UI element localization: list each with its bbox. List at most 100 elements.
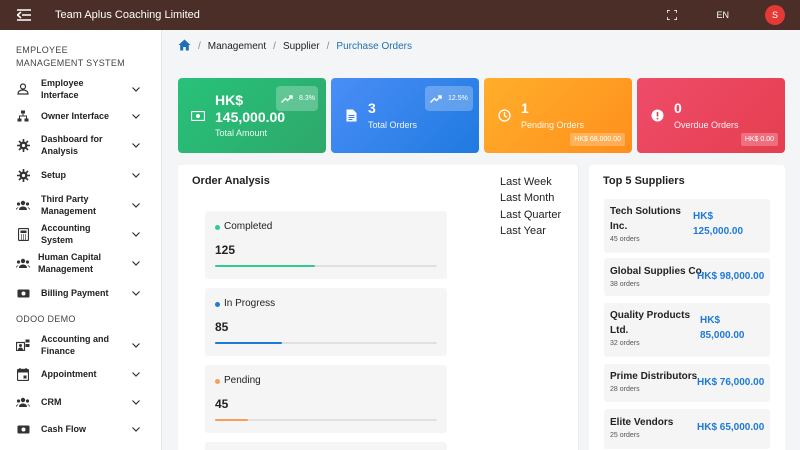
person-icon	[16, 82, 30, 96]
supplier-orders: 38 orders	[610, 281, 640, 288]
stat-label: Total Orders	[368, 120, 418, 130]
supplier-amount: HK$ 65,000.00	[697, 422, 765, 433]
status-card-partial	[205, 442, 447, 450]
chevron-down-icon[interactable]	[131, 369, 141, 379]
sidebar-item-owner-interface[interactable]: Owner Interface	[0, 108, 162, 124]
org-chart-icon	[16, 109, 30, 123]
supplier-orders: 32 orders	[610, 340, 640, 347]
sidebar-section-odoo: ODOO DEMO	[16, 314, 76, 324]
sidebar-item-billing-payment[interactable]: Billing Payment	[0, 285, 162, 301]
chevron-down-icon[interactable]	[131, 84, 141, 94]
status-count: 125	[215, 243, 236, 257]
breadcrumb: / Management / Supplier / Purchase Order…	[178, 38, 412, 54]
app-title: Team Aplus Coaching Limited	[55, 9, 200, 21]
sidebar-item-appointment[interactable]: Appointment	[0, 366, 162, 382]
sidebar-item-label: Employee Interface	[41, 78, 84, 100]
sidebar-item-setup[interactable]: Setup	[0, 167, 162, 183]
supplier-item[interactable]: Quality Products Ltd. 32 orders HK$ 85,0…	[604, 303, 770, 357]
supplier-amount: HK$ 76,000.00	[697, 377, 765, 388]
language-switcher[interactable]: EN	[716, 10, 729, 20]
gear-icon	[16, 138, 30, 152]
sidebar-item-human-capital[interactable]: Human Capital Management	[0, 250, 162, 276]
group-icon	[16, 395, 30, 409]
status-card-in-progress: In Progress 85	[205, 288, 447, 356]
breadcrumb-separator: /	[198, 40, 201, 52]
group-icon	[16, 198, 30, 212]
chevron-down-icon[interactable]	[131, 397, 141, 407]
chevron-down-icon[interactable]	[131, 424, 141, 434]
supplier-name: Prime Distributors	[610, 371, 698, 382]
sidebar-item-accounting-finance[interactable]: Accounting and Finance	[0, 332, 162, 358]
supplier-name: Global Supplies Co.	[610, 266, 705, 277]
progress-track	[215, 419, 437, 421]
supplier-amount: HK$	[693, 211, 714, 222]
sidebar-item-crm[interactable]: CRM	[0, 394, 162, 410]
status-count: 85	[215, 320, 229, 334]
home-icon[interactable]	[178, 39, 191, 54]
user-avatar[interactable]: S	[765, 5, 785, 25]
period-option[interactable]: Last Year	[500, 223, 561, 239]
progress-fill	[215, 265, 315, 267]
supplier-item[interactable]: Prime Distributors 28 orders HK$ 76,000.…	[604, 364, 770, 402]
status-card-pending: Pending 45	[205, 365, 447, 433]
supplier-orders: 45 orders	[610, 236, 640, 243]
sidebar-item-cash-flow[interactable]: Cash Flow	[0, 421, 162, 437]
sidebar-item-employee-interface[interactable]: Employee Interface	[0, 78, 162, 100]
status-name: Completed	[224, 221, 273, 232]
clock-icon	[497, 108, 511, 122]
chevron-down-icon[interactable]	[131, 229, 141, 239]
stat-tag: HK$ 68,000.00	[570, 133, 625, 146]
stat-card-total-amount: HK$ 145,000.00 Total Amount 8.3%	[178, 78, 326, 153]
breadcrumb-separator: /	[326, 40, 330, 52]
finance-icon	[16, 338, 30, 352]
chevron-down-icon[interactable]	[131, 200, 141, 210]
trend-percent: 12.5%	[448, 95, 468, 102]
stat-label: Overdue Orders	[674, 120, 739, 130]
period-option[interactable]: Last Quarter	[500, 207, 561, 223]
sidebar-item-label: Dashboard for Analysis	[41, 134, 103, 156]
top-suppliers-panel: Top 5 Suppliers Tech Solutions Inc. 45 o…	[589, 165, 785, 450]
menu-collapse-icon[interactable]	[6, 0, 42, 30]
supplier-name: Tech Solutions	[610, 206, 681, 217]
breadcrumb-current: Purchase Orders	[336, 40, 413, 52]
stat-tag: HK$ 0.00	[740, 133, 778, 146]
period-option[interactable]: Last Month	[500, 190, 561, 206]
chevron-down-icon[interactable]	[131, 288, 141, 298]
supplier-name: Elite Vendors	[610, 417, 674, 428]
supplier-item[interactable]: Elite Vendors 25 orders HK$ 65,000.00	[604, 409, 770, 449]
sidebar-item-accounting-system[interactable]: Accounting System	[0, 223, 162, 245]
sidebar-item-third-party[interactable]: Third Party Management	[0, 192, 162, 218]
chevron-down-icon[interactable]	[131, 258, 141, 268]
trend-percent: 8.3%	[299, 95, 315, 102]
panel-divider	[578, 165, 579, 450]
stat-value: 0	[674, 100, 682, 116]
chevron-down-icon[interactable]	[131, 170, 141, 180]
chevron-down-icon[interactable]	[131, 140, 141, 150]
breadcrumb-separator: /	[273, 40, 276, 52]
stat-value-total-amount-currency: HK$	[215, 92, 244, 108]
alert-icon	[650, 108, 664, 122]
money-icon	[191, 109, 205, 123]
progress-track	[215, 265, 437, 267]
supplier-name-line2: Ltd.	[610, 325, 629, 336]
calendar-icon	[16, 367, 30, 381]
status-dot	[215, 302, 220, 307]
supplier-amount-line2: 125,000.00	[693, 226, 744, 237]
sidebar: EMPLOYEE MANAGEMENT SYSTEM Employee Inte…	[0, 30, 162, 450]
fullscreen-icon[interactable]	[662, 5, 682, 25]
sidebar-item-dashboard-analysis[interactable]: Dashboard for Analysis	[0, 132, 162, 158]
status-name: Pending	[224, 375, 261, 386]
supplier-amount: HK$	[700, 315, 721, 326]
supplier-item[interactable]: Global Supplies Co. 38 orders HK$ 98,000…	[604, 258, 770, 296]
sidebar-item-label: Third Party Management	[41, 194, 97, 216]
chevron-down-icon[interactable]	[131, 340, 141, 350]
status-dot	[215, 379, 220, 384]
sidebar-item-label: Accounting and Finance	[41, 334, 109, 356]
chevron-down-icon[interactable]	[131, 111, 141, 121]
sidebar-section-ems: EMPLOYEE MANAGEMENT SYSTEM	[16, 45, 125, 68]
breadcrumb-management[interactable]: Management	[208, 41, 266, 52]
period-option[interactable]: Last Week	[500, 174, 561, 190]
sidebar-item-label: Setup	[41, 170, 67, 180]
supplier-item[interactable]: Tech Solutions Inc. 45 orders HK$ 125,00…	[604, 199, 770, 253]
breadcrumb-supplier[interactable]: Supplier	[283, 41, 320, 52]
